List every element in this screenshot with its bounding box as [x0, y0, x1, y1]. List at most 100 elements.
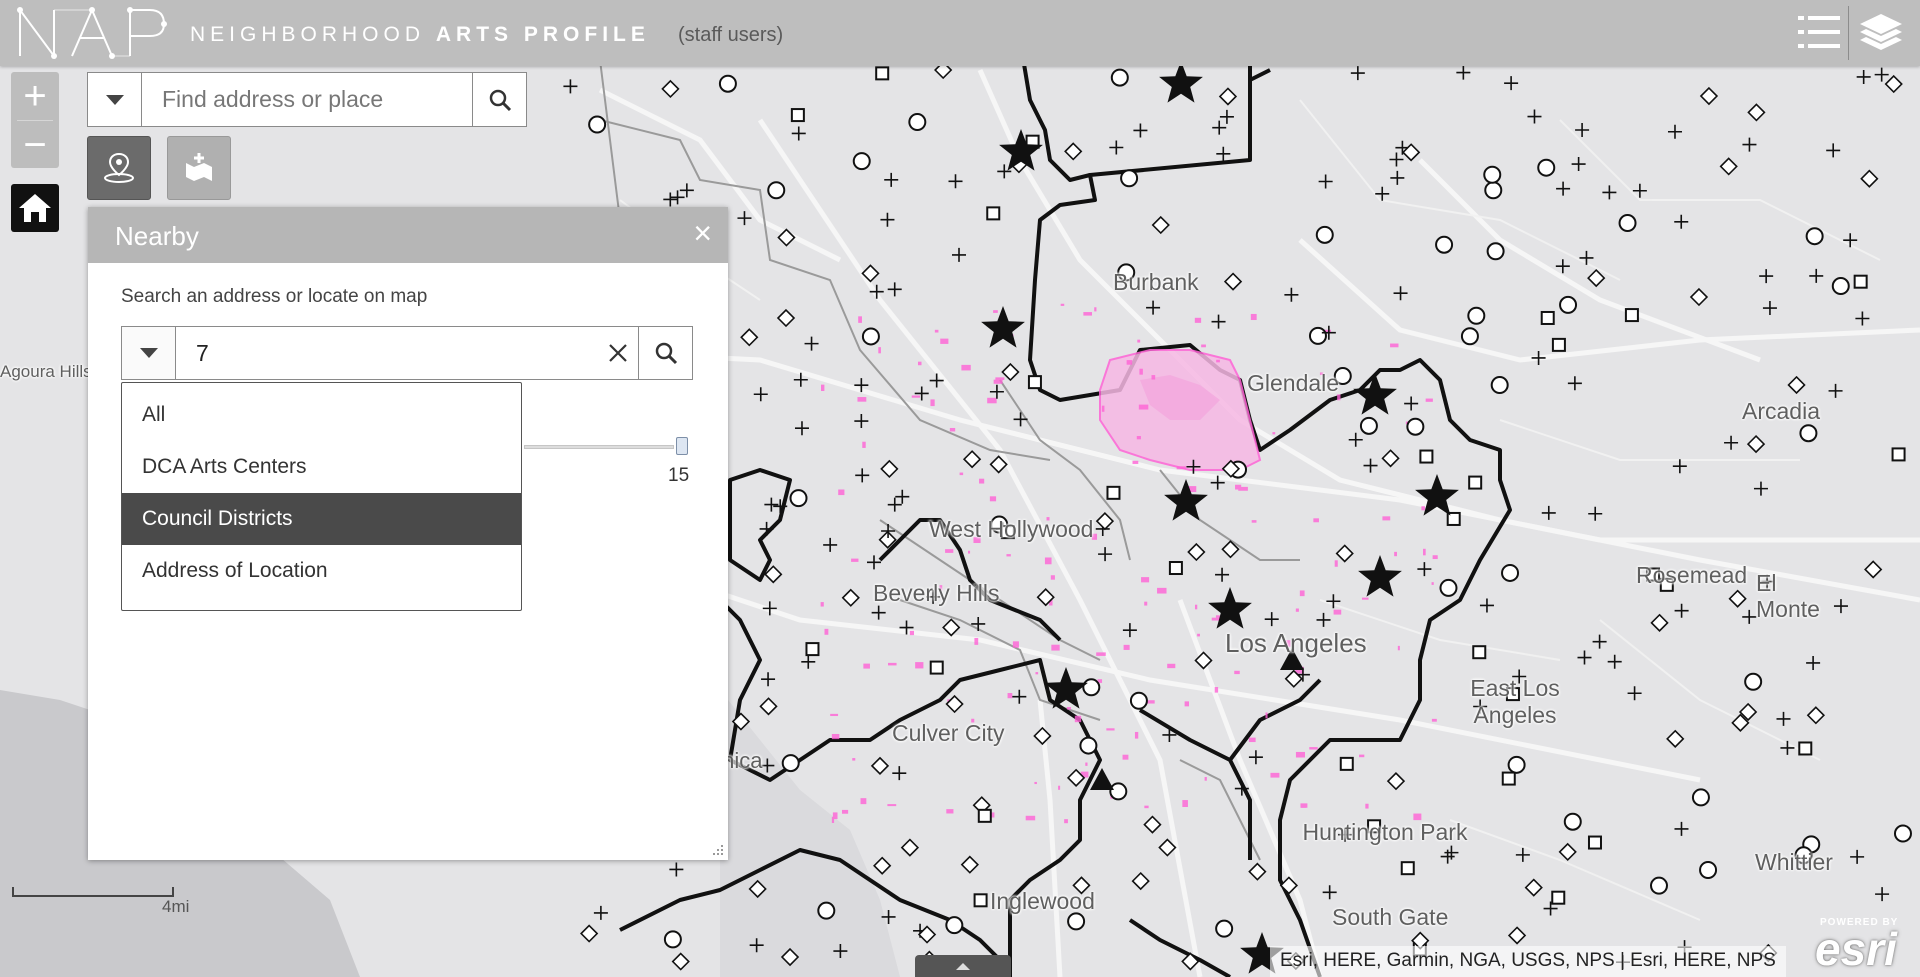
map-marker[interactable]: [1699, 861, 1718, 880]
map-marker[interactable]: [781, 754, 800, 773]
map-marker[interactable]: [1524, 878, 1543, 897]
map-marker[interactable]: [861, 327, 880, 346]
map-marker[interactable]: [1033, 726, 1052, 746]
map-marker[interactable]: [789, 489, 808, 508]
map-marker[interactable]: [1401, 143, 1421, 162]
arts-center-star-marker[interactable]: [981, 306, 1025, 348]
map-marker[interactable]: [1674, 821, 1689, 836]
map-marker[interactable]: [1013, 412, 1028, 427]
map-marker[interactable]: [917, 925, 937, 944]
map-marker[interactable]: [1850, 849, 1865, 864]
map-marker[interactable]: [1884, 74, 1903, 94]
map-marker[interactable]: [588, 115, 607, 134]
map-marker[interactable]: [753, 387, 768, 402]
map-marker[interactable]: [1624, 308, 1639, 323]
map-marker[interactable]: [1527, 109, 1542, 124]
search-input[interactable]: [142, 73, 472, 126]
map-marker[interactable]: [1400, 861, 1415, 876]
map-marker[interactable]: [759, 697, 778, 716]
map-marker[interactable]: [1699, 86, 1719, 106]
map-marker[interactable]: [1456, 65, 1471, 80]
map-marker[interactable]: [952, 247, 967, 262]
list-button[interactable]: [1796, 10, 1842, 56]
map-marker[interactable]: [1315, 225, 1334, 244]
menu-item[interactable]: Address of Location: [122, 545, 521, 597]
map-marker[interactable]: [1146, 300, 1161, 315]
map-marker[interactable]: [1133, 123, 1148, 138]
arts-center-star-marker[interactable]: [1358, 555, 1402, 597]
map-marker[interactable]: [1537, 158, 1556, 177]
map-marker[interactable]: [945, 916, 964, 935]
menu-item[interactable]: Council Districts: [122, 493, 521, 545]
map-marker[interactable]: [1064, 142, 1083, 161]
search-source-dropdown[interactable]: [88, 73, 142, 126]
map-marker[interactable]: [1602, 185, 1617, 200]
map-marker[interactable]: [880, 459, 899, 479]
map-marker[interactable]: [817, 901, 836, 920]
map-marker[interactable]: [1650, 613, 1669, 632]
map-marker[interactable]: [1724, 435, 1739, 450]
map-marker[interactable]: [1109, 782, 1128, 801]
zoom-in-button[interactable]: +: [11, 72, 59, 120]
map-marker[interactable]: [1359, 416, 1378, 435]
map-marker[interactable]: [1109, 140, 1124, 155]
map-marker[interactable]: [761, 672, 776, 687]
map-marker[interactable]: [989, 384, 1004, 399]
search-button[interactable]: [472, 73, 526, 126]
map-marker[interactable]: [580, 924, 599, 943]
map-marker[interactable]: [1435, 235, 1454, 254]
map-marker[interactable]: [1531, 350, 1546, 365]
map-marker[interactable]: [1674, 214, 1689, 229]
map-marker[interactable]: [1540, 310, 1555, 325]
map-marker[interactable]: [1316, 612, 1331, 627]
map-marker[interactable]: [914, 386, 929, 401]
map-marker[interactable]: [1187, 542, 1206, 562]
map-marker[interactable]: [1587, 835, 1602, 850]
map-marker[interactable]: [1082, 678, 1101, 697]
map-marker[interactable]: [1110, 68, 1129, 87]
map-marker[interactable]: [1592, 634, 1607, 649]
map-marker[interactable]: [1587, 268, 1606, 288]
map-marker[interactable]: [1567, 376, 1582, 391]
map-marker[interactable]: [1120, 169, 1139, 188]
map-marker[interactable]: [1375, 186, 1390, 201]
nearby-search-button[interactable]: [638, 327, 692, 379]
map-marker[interactable]: [776, 308, 796, 328]
map-marker[interactable]: [1406, 417, 1425, 436]
map-marker[interactable]: [962, 450, 982, 469]
map-marker[interactable]: [1627, 686, 1642, 701]
map-marker[interactable]: [1219, 109, 1234, 124]
map-marker[interactable]: [805, 642, 820, 657]
map-marker[interactable]: [1742, 137, 1757, 152]
map-marker[interactable]: [1393, 286, 1408, 301]
map-marker[interactable]: [671, 952, 690, 971]
map-marker[interactable]: [887, 497, 902, 512]
map-marker[interactable]: [794, 421, 809, 436]
map-marker[interactable]: [1484, 181, 1503, 200]
map-marker[interactable]: [1467, 306, 1486, 325]
map-marker[interactable]: [1806, 655, 1821, 670]
map-marker[interactable]: [900, 838, 920, 857]
map-marker[interactable]: [1404, 396, 1419, 411]
map-marker[interactable]: [1106, 485, 1121, 500]
map-marker[interactable]: [1558, 842, 1577, 862]
map-marker[interactable]: [1486, 242, 1505, 261]
map-marker[interactable]: [764, 497, 779, 512]
map-marker[interactable]: [1216, 146, 1231, 161]
map-marker[interactable]: [977, 808, 992, 823]
map-marker[interactable]: [1744, 672, 1763, 691]
map-marker[interactable]: [1806, 706, 1826, 725]
map-marker[interactable]: [871, 605, 886, 620]
map-marker[interactable]: [1067, 912, 1086, 931]
map-marker[interactable]: [1672, 459, 1687, 474]
map-marker[interactable]: [841, 588, 860, 607]
map-marker[interactable]: [1556, 181, 1571, 196]
map-marker[interactable]: [1122, 623, 1137, 638]
esri-logo[interactable]: esri: [1815, 922, 1897, 976]
map-marker[interactable]: [1322, 885, 1337, 900]
clear-search-button[interactable]: [598, 327, 638, 379]
map-marker[interactable]: [737, 211, 752, 226]
map-marker[interactable]: [960, 855, 979, 874]
map-marker[interactable]: [1753, 481, 1768, 496]
map-marker[interactable]: [1571, 157, 1586, 172]
